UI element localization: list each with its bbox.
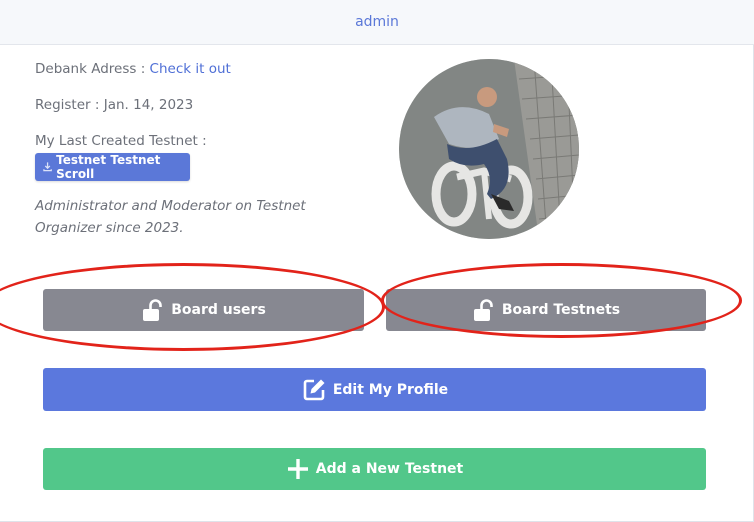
last-testnet-button-label: Testnet Testnet Scroll (56, 153, 161, 181)
unlock-icon (473, 299, 493, 321)
board-testnets-label: Board Testnets (501, 302, 621, 318)
avatar (399, 59, 579, 239)
profile-bio: Administrator and Moderator on Testnet O… (35, 195, 335, 239)
last-testnet-button[interactable]: Testnet Testnet Scroll (35, 153, 190, 181)
edit-profile-button[interactable]: Edit My Profile (43, 368, 706, 411)
avatar-image (399, 59, 579, 239)
add-testnet-button[interactable]: Add a New Testnet (43, 448, 706, 490)
download-icon (43, 162, 52, 172)
board-users-label: Board users (171, 302, 266, 318)
bio-line-1: Administrator and Moderator on Testnet (35, 198, 306, 214)
unlock-icon (143, 299, 163, 321)
edit-icon (303, 379, 325, 400)
board-testnets-button[interactable]: Board Testnets (386, 289, 706, 331)
profile-card: admin Debank Adress : Check it out Regis… (0, 0, 754, 522)
plus-icon (287, 459, 308, 479)
register-date: Register : Jan. 14, 2023 (35, 97, 194, 113)
edit-profile-label: Edit My Profile (332, 381, 449, 398)
board-users-button[interactable]: Board users (43, 289, 364, 331)
debank-address-label: Debank Adress : (35, 61, 150, 77)
bio-line-2: Organizer since 2023. (35, 220, 184, 236)
debank-address-row: Debank Adress : Check it out (35, 61, 231, 77)
add-testnet-label: Add a New Testnet (315, 461, 464, 477)
last-testnet-label: My Last Created Testnet : (35, 133, 207, 149)
debank-link[interactable]: Check it out (150, 61, 231, 77)
username-title: admin (355, 14, 399, 30)
profile-header: admin (0, 0, 754, 45)
